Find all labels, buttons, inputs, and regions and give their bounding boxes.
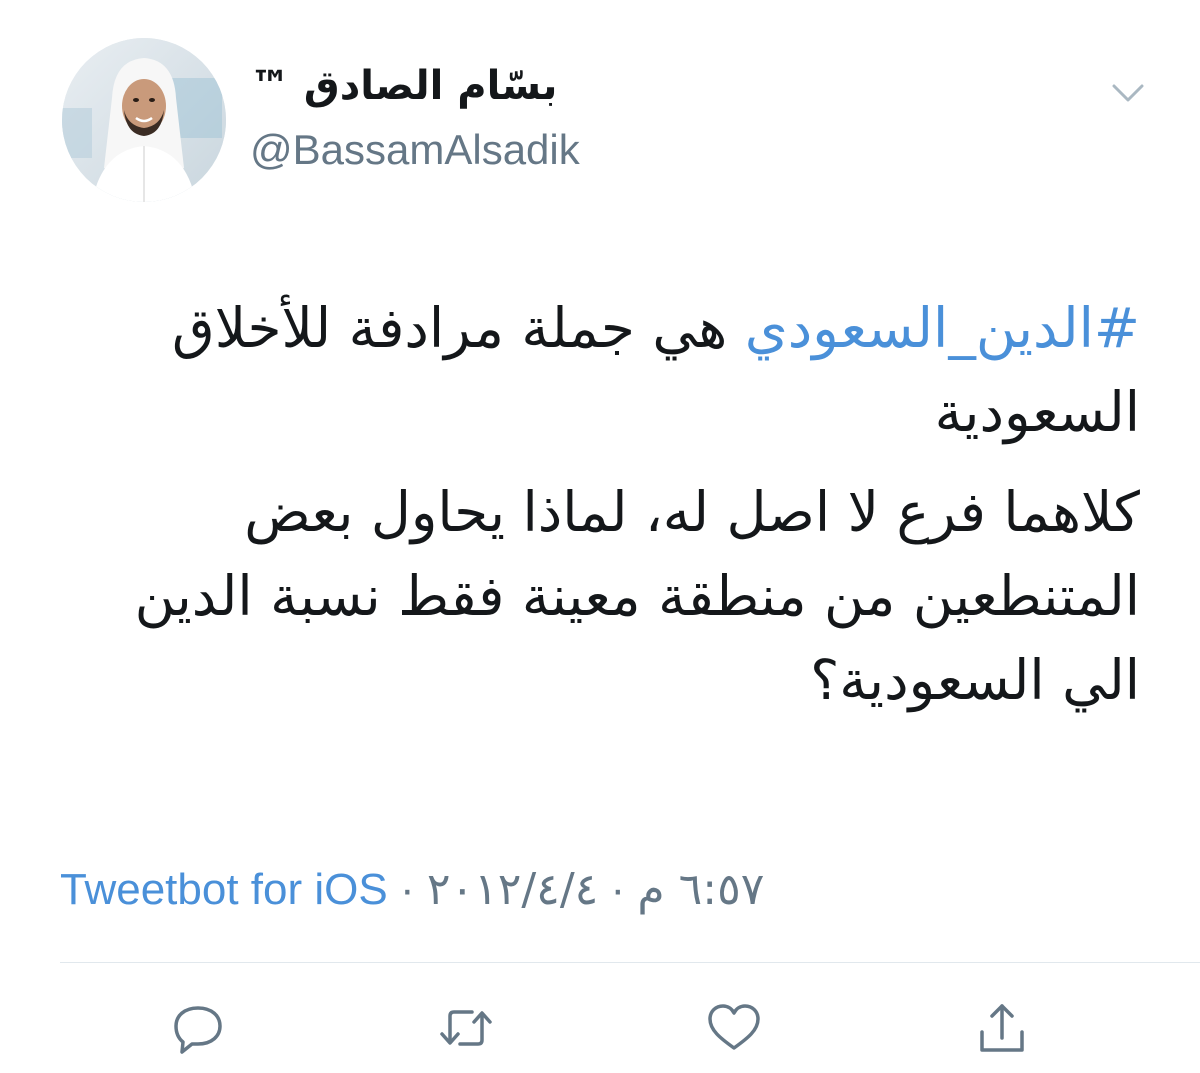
source-link[interactable]: Tweetbot for iOS bbox=[60, 865, 388, 914]
share-button[interactable] bbox=[972, 998, 1032, 1058]
user-info[interactable]: بسّام الصادق ™ @BassamAlsadik bbox=[250, 58, 770, 178]
retweet-button[interactable] bbox=[436, 998, 496, 1058]
like-button[interactable] bbox=[704, 998, 764, 1058]
avatar-image bbox=[62, 38, 226, 202]
retweet-icon bbox=[440, 1010, 492, 1046]
tweet-meta: Tweetbot for iOS · ٢٠١٢/٤/٤ · ٦:٥٧ م bbox=[60, 862, 1140, 918]
divider bbox=[60, 962, 1200, 963]
display-name[interactable]: بسّام الصادق ™ bbox=[250, 58, 770, 114]
chevron-down-icon[interactable] bbox=[1108, 74, 1148, 110]
tweet-text: #الدين_السعودي هي جملة مرادفة للأخلاق ال… bbox=[60, 286, 1140, 722]
reply-button[interactable] bbox=[168, 998, 228, 1058]
share-icon bbox=[980, 1004, 1024, 1052]
meta-separator: · bbox=[399, 865, 415, 914]
heart-icon bbox=[708, 1004, 760, 1050]
reply-icon bbox=[174, 1006, 222, 1054]
tweet-date: ٢٠١٢/٤/٤ bbox=[426, 864, 599, 915]
user-handle[interactable]: @BassamAlsadik bbox=[250, 122, 770, 178]
tweet-card: بسّام الصادق ™ @BassamAlsadik #الدين_الس… bbox=[0, 0, 1200, 1073]
tweet-time: ٦:٥٧ م bbox=[637, 864, 765, 915]
tweet-paragraph-2: كلاهما فرع لا اصل له، لماذا يحاول بعض ال… bbox=[134, 480, 1140, 712]
meta-separator: · bbox=[610, 865, 626, 914]
avatar[interactable] bbox=[62, 38, 226, 202]
hashtag-link[interactable]: #الدين_السعودي bbox=[745, 296, 1140, 360]
tweet-paragraph-1: #الدين_السعودي هي جملة مرادفة للأخلاق ال… bbox=[60, 286, 1140, 454]
